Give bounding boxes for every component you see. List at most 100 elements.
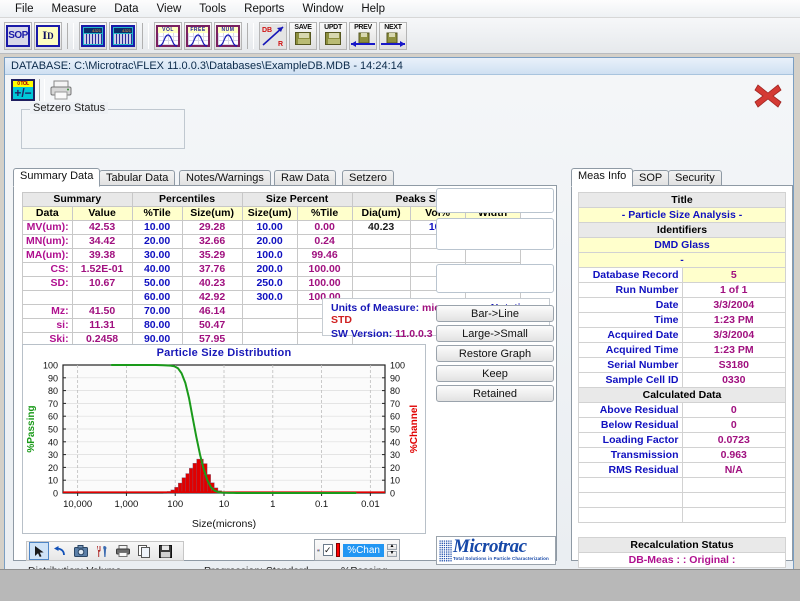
calculator-screen: 4321: [114, 27, 132, 33]
stat-value: 42.53: [71, 220, 133, 235]
sop-button[interactable]: SOP: [4, 21, 32, 50]
menu-item-help[interactable]: Help: [352, 2, 394, 16]
info-key: RMS Residual: [578, 462, 683, 478]
sizepct-tile: 0.24: [296, 234, 353, 249]
volume-distribution-button[interactable]: VOL: [154, 21, 182, 50]
sizepct-tile: 100.00: [296, 262, 353, 277]
bar-to-line-button[interactable]: Bar->Line: [436, 305, 554, 322]
stat-label: Mz:: [22, 304, 73, 319]
col-size: Size(um): [181, 206, 243, 221]
info-box-3: [436, 264, 554, 293]
channel-checkbox[interactable]: ✓: [323, 544, 333, 556]
spinner-up[interactable]: ▲: [387, 543, 397, 550]
info-value: 3/3/2004: [681, 297, 786, 313]
stat-label: [22, 290, 73, 305]
spinner-down[interactable]: ▼: [387, 550, 397, 557]
calculator-1-button[interactable]: 4321: [79, 21, 107, 50]
print-tool[interactable]: [113, 542, 133, 560]
settings-tool[interactable]: [92, 542, 112, 560]
info-row: [578, 492, 786, 508]
calculator-icon: 4321: [111, 24, 135, 47]
channel-legend-control[interactable]: ✓ %Chan ▲ ▼: [314, 539, 400, 561]
main-toolbar: SOP ID 4321 4321 VOL FREE NUM DB R SAVE …: [0, 18, 800, 54]
update-button[interactable]: UPDT: [319, 21, 347, 50]
svg-text:%Passing: %Passing: [26, 405, 37, 452]
sizepct-size: 250.0: [241, 276, 298, 291]
percentile-size: 46.14: [181, 304, 243, 319]
pointer-icon: [34, 545, 44, 557]
printer-icon[interactable]: [49, 79, 73, 101]
stat-value: [71, 290, 133, 305]
id-button[interactable]: ID: [34, 21, 62, 50]
percentile-tile: 60.00: [131, 290, 183, 305]
info-identifier-row: - Particle Size Analysis -: [578, 207, 786, 223]
info-key: Acquired Date: [578, 327, 683, 343]
info-key: Loading Factor: [578, 432, 683, 448]
info-row: Serial Number S3180: [578, 357, 786, 373]
svg-text:60: 60: [48, 412, 58, 422]
calculator-2-button[interactable]: 4321: [109, 21, 137, 50]
copy-tool[interactable]: [134, 542, 154, 560]
menu-item-window[interactable]: Window: [293, 2, 352, 16]
retained-button[interactable]: Retained: [436, 385, 554, 402]
camera-tool[interactable]: [71, 542, 91, 560]
menu-item-file[interactable]: File: [6, 2, 43, 16]
size-percent-section-header: Size Percent: [241, 192, 353, 207]
save-button[interactable]: SAVE: [289, 21, 317, 50]
sizepct-tile: 100.00: [296, 276, 353, 291]
info-value: 3/3/2004: [681, 327, 786, 343]
stat-value: 11.31: [71, 318, 133, 333]
svg-text:10,000: 10,000: [63, 499, 92, 510]
info-status-row: DB-Meas : : Original :: [578, 552, 786, 568]
channel-color-swatch[interactable]: [335, 543, 341, 557]
floppy-disk-shape: [325, 31, 341, 45]
svg-text:30: 30: [390, 450, 400, 460]
tolerance-icon[interactable]: 0 TOL +/−: [11, 79, 35, 101]
undo-tool[interactable]: [50, 542, 70, 560]
channel-select[interactable]: %Chan: [343, 543, 384, 557]
info-value: 1:23 PM: [681, 342, 786, 358]
info-key: Sample Cell ID: [578, 372, 683, 388]
col-sp-tile: %Tile: [296, 206, 353, 221]
info-row: Above Residual 0: [578, 402, 786, 418]
next-icon: NEXT: [380, 24, 406, 48]
svg-text:100: 100: [390, 361, 405, 371]
sw-version-value: 11.0.0.3: [395, 328, 433, 340]
pointer-tool[interactable]: [29, 542, 49, 560]
calculator-screen: 4321: [84, 27, 102, 33]
close-icon[interactable]: [753, 82, 783, 110]
large-to-small-button[interactable]: Large->Small: [436, 325, 554, 342]
previous-button[interactable]: PREV: [349, 21, 377, 50]
svg-text:1,000: 1,000: [115, 499, 139, 510]
info-key: Below Residual: [578, 417, 683, 433]
camera-icon: [74, 545, 88, 557]
frequency-distribution-button[interactable]: FREE: [184, 21, 212, 50]
calculator-icon: 4321: [81, 24, 105, 47]
channel-spinner[interactable]: ▲ ▼: [387, 543, 397, 557]
sizepct-tile: 0.00: [296, 220, 353, 235]
restore-graph-button[interactable]: Restore Graph: [436, 345, 554, 362]
previous-icon: PREV: [350, 24, 376, 48]
volume-curve-icon: VOL: [156, 24, 180, 47]
percentile-size: 35.29: [181, 248, 243, 263]
save-tool[interactable]: [155, 542, 175, 560]
next-button[interactable]: NEXT: [379, 21, 407, 50]
db-r-chart-button[interactable]: DB R: [259, 21, 287, 50]
keep-button[interactable]: Keep: [436, 365, 554, 382]
menu-item-view[interactable]: View: [148, 2, 191, 16]
info-row: Time 1:23 PM: [578, 312, 786, 328]
stat-value: 41.50: [71, 304, 133, 319]
stat-label: MA(um):: [22, 248, 73, 263]
menu-item-reports[interactable]: Reports: [235, 2, 293, 16]
tab-meas-info[interactable]: Meas Info: [571, 168, 634, 187]
menu-item-measure[interactable]: Measure: [43, 2, 106, 16]
percentile-tile: 30.00: [131, 248, 183, 263]
right-tab-strip: Meas Info SOP Security: [571, 168, 797, 187]
logo-dot-pattern: [439, 540, 452, 562]
tab-summary-data[interactable]: Summary Data: [13, 168, 101, 187]
menu-item-tools[interactable]: Tools: [190, 2, 235, 16]
particle-size-distribution-chart[interactable]: Particle Size Distribution 0 0 10 10 20 20 30 3…: [22, 344, 426, 534]
curve-plot: [158, 32, 178, 47]
menu-item-data[interactable]: Data: [105, 2, 147, 16]
number-distribution-button[interactable]: NUM: [214, 21, 242, 50]
